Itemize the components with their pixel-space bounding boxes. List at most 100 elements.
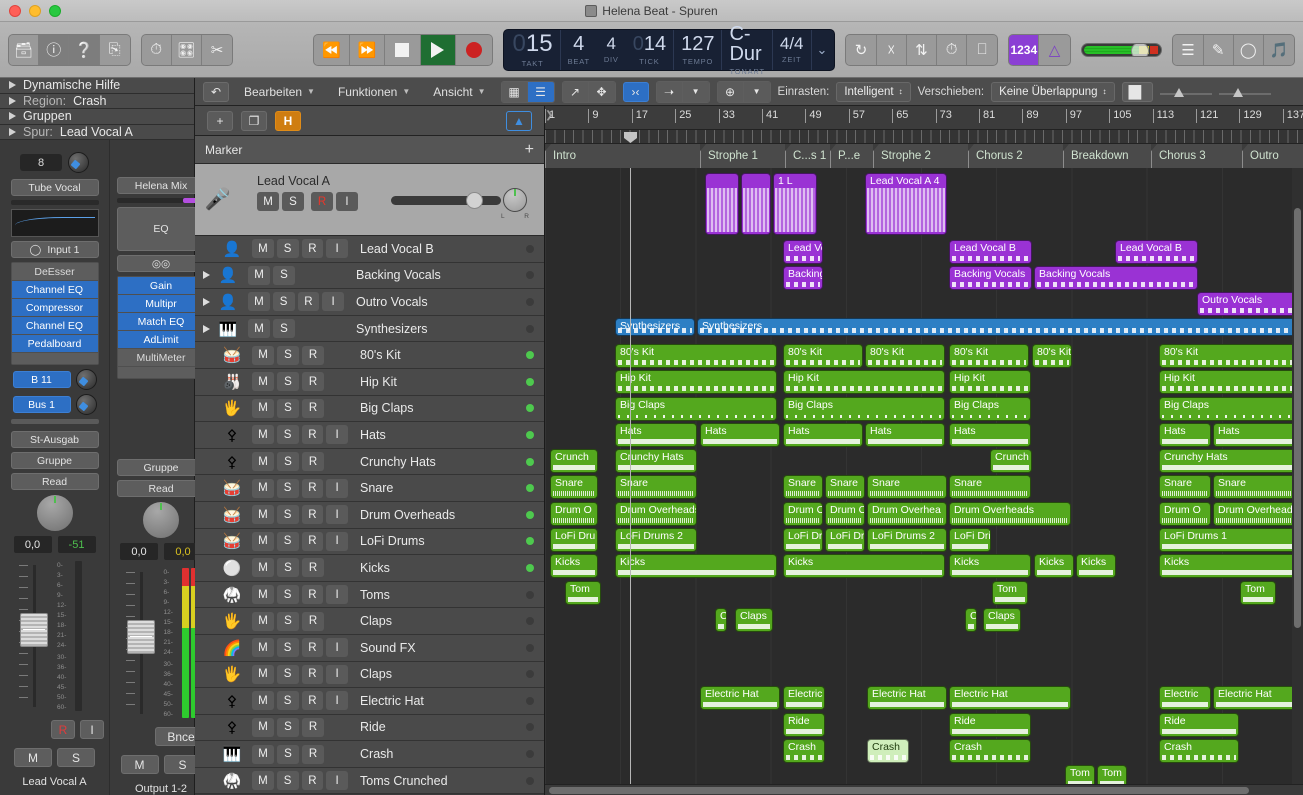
drag-select[interactable]: Keine Überlappung↕: [991, 82, 1114, 102]
region[interactable]: 1 L: [773, 173, 817, 235]
arrange-area[interactable]: ❯ 19172533414957657381899710511312112913…: [545, 106, 1303, 795]
record-enable-button[interactable]: R: [302, 771, 324, 790]
solo-button[interactable]: S: [277, 505, 299, 524]
lcd-beat[interactable]: 4 BEAT: [561, 30, 597, 70]
mute-button[interactable]: M: [252, 558, 274, 577]
solo-button[interactable]: S: [273, 266, 295, 285]
forward-icon[interactable]: ⏩: [350, 35, 386, 65]
region[interactable]: 80's Kit: [949, 344, 1029, 368]
no-latency-icon[interactable]: ☓: [877, 35, 907, 65]
record-enable-button[interactable]: R: [311, 192, 333, 211]
volume-value[interactable]: -51: [58, 536, 96, 553]
record-enable-button[interactable]: R: [302, 425, 324, 444]
mute-button[interactable]: M: [252, 532, 274, 551]
chevron-down-icon[interactable]: ⌄: [812, 30, 833, 70]
region[interactable]: LoFi Dru: [825, 528, 865, 552]
region[interactable]: Drum Overhead: [1213, 502, 1303, 526]
track-header-row[interactable]: 🥁MSRIDrum Overheads: [195, 502, 544, 529]
cycle-icon[interactable]: ↻: [846, 35, 876, 65]
track-header-row[interactable]: 🖐MSRIClaps: [195, 662, 544, 689]
lcd-div[interactable]: 4 DIV: [597, 30, 626, 70]
record-enable-button[interactable]: R: [302, 691, 324, 710]
marker[interactable]: Strophe 2: [873, 144, 968, 168]
input-monitor-button[interactable]: I: [326, 505, 348, 524]
region[interactable]: Synthesizers: [615, 318, 695, 336]
region[interactable]: Claps: [715, 608, 727, 632]
region[interactable]: Tom: [992, 581, 1028, 605]
marquee-tool-icon[interactable]: ⊕: [718, 82, 744, 102]
record-enable-button[interactable]: R: [302, 505, 324, 524]
metronome-icon[interactable]: ⏱: [142, 35, 172, 65]
region[interactable]: Hip Kit: [615, 370, 777, 394]
input-monitor-button[interactable]: I: [326, 239, 348, 258]
mute-button[interactable]: M: [252, 479, 274, 498]
region[interactable]: LoFi Dru: [783, 528, 823, 552]
inspector-row-groups[interactable]: Gruppen: [0, 109, 194, 125]
region[interactable]: Big Claps: [949, 397, 1031, 421]
region[interactable]: Electric Hat: [1213, 686, 1303, 710]
track-header-row[interactable]: ⚴MSRCrunchy Hats: [195, 449, 544, 476]
solo-button[interactable]: S: [277, 665, 299, 684]
beat-ruler[interactable]: [545, 130, 1303, 144]
region[interactable]: 80's Kit: [783, 344, 863, 368]
record-enable-button[interactable]: R: [302, 638, 324, 657]
region[interactable]: Hats: [700, 423, 780, 447]
duplicate-track-icon[interactable]: ❐: [241, 111, 267, 131]
region[interactable]: Big Claps: [1159, 397, 1303, 421]
input-monitor-button[interactable]: I: [326, 425, 348, 444]
setting-number[interactable]: 8: [20, 154, 62, 171]
region[interactable]: Backing Vocals: [1034, 266, 1198, 290]
region[interactable]: Tom: [1240, 581, 1276, 605]
input-monitor-button[interactable]: I: [326, 479, 348, 498]
region[interactable]: Crash: [867, 739, 909, 763]
region[interactable]: Hip Kit: [949, 370, 1031, 394]
region[interactable]: Tom: [565, 581, 601, 605]
region[interactable]: Synthesizers: [697, 318, 1303, 336]
mute-button[interactable]: M: [248, 266, 270, 285]
region[interactable]: Crunch: [990, 449, 1032, 473]
solo-button[interactable]: S: [273, 319, 295, 338]
region[interactable]: Snare: [949, 475, 1031, 499]
record-enable-button[interactable]: R: [302, 745, 324, 764]
region[interactable]: Electric Hat: [700, 686, 780, 710]
mute-button[interactable]: M: [257, 192, 279, 211]
menu-funktionen[interactable]: Funktionen▼: [330, 82, 418, 102]
track-header-row[interactable]: ⚪MSRKicks: [195, 555, 544, 582]
menu-bearbeiten[interactable]: Bearbeiten▼: [236, 82, 323, 102]
lcd-display[interactable]: 015 TAKT 4 BEAT 4 DIV 014 TICK 127 TEMPO…: [503, 29, 836, 71]
metronome-triangle-icon[interactable]: △: [1039, 35, 1069, 65]
plugin-slot[interactable]: Gain: [118, 277, 204, 294]
plugin-slot[interactable]: Multipr: [118, 295, 204, 312]
scissors-icon[interactable]: ✂: [202, 35, 232, 65]
region[interactable]: Crash: [1159, 739, 1239, 763]
marker[interactable]: Outro: [1242, 144, 1303, 168]
master-volume-slider[interactable]: [1081, 43, 1163, 57]
rewind-icon[interactable]: ⏪: [314, 35, 350, 65]
chevron-down-icon[interactable]: ▼: [744, 82, 770, 102]
send-slot[interactable]: Bus 1: [13, 396, 71, 413]
record-enable-button[interactable]: R: [51, 720, 75, 739]
region[interactable]: LoFi Drums 2: [615, 528, 697, 552]
count-in-button[interactable]: 1234: [1009, 35, 1039, 65]
fade-icon[interactable]: ›‹: [623, 82, 649, 102]
marker[interactable]: C...s 1: [785, 144, 830, 168]
inspector-icon[interactable]: ⎘: [100, 35, 130, 65]
region[interactable]: 80's Kit: [1032, 344, 1072, 368]
region[interactable]: Kicks: [1076, 554, 1116, 578]
bar-ruler[interactable]: ❯ 19172533414957657381899710511312112913…: [545, 106, 1303, 130]
region[interactable]: Drum O: [1159, 502, 1211, 526]
solo-button[interactable]: S: [277, 718, 299, 737]
plugin-slot[interactable]: Channel EQ: [12, 317, 98, 334]
setting-knob[interactable]: [68, 152, 89, 173]
group-disclosure-icon[interactable]: [203, 298, 210, 306]
tuner-icon[interactable]: ⏱: [937, 35, 967, 65]
record-enable-button[interactable]: R: [302, 372, 324, 391]
library-icon[interactable]: 🗃: [9, 35, 39, 65]
region[interactable]: Claps: [983, 608, 1021, 632]
pan-value[interactable]: 0,0: [120, 543, 158, 560]
track-header-row[interactable]: 🥋MSRIToms: [195, 582, 544, 609]
mute-button[interactable]: M: [252, 372, 274, 391]
stereo-icon[interactable]: ◎◎: [117, 255, 205, 272]
region[interactable]: Hats: [949, 423, 1031, 447]
solo-button[interactable]: S: [277, 532, 299, 551]
